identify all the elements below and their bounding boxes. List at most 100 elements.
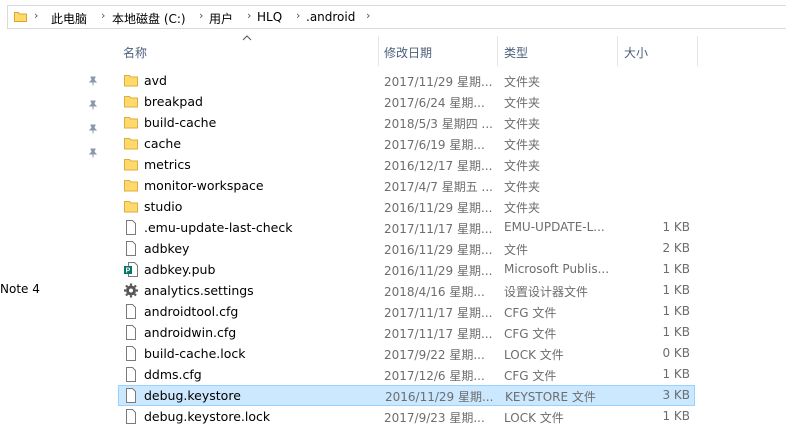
chevron-right-icon[interactable]: › — [199, 9, 203, 22]
folder-icon — [124, 199, 138, 214]
file-name: androidwin.cfg — [144, 325, 237, 340]
file-row[interactable]: Padbkey.pub 2016/11/29 星期... Microsoft Pub… — [118, 259, 695, 280]
file-date: 2016/11/29 星期... — [385, 390, 494, 404]
column-header-type[interactable]: 类型 — [504, 44, 528, 61]
column-divider[interactable] — [378, 36, 379, 66]
file-row[interactable]: adbkey 2016/11/29 星期... 文件 2 KB — [118, 238, 695, 259]
pin-icon[interactable] — [88, 148, 98, 158]
breadcrumb-this-pc[interactable]: 此电脑 — [51, 10, 87, 27]
folder-icon — [124, 178, 138, 193]
file-name: monitor-workspace — [144, 178, 264, 193]
file-row[interactable]: androidtool.cfg 2017/11/17 星期... CFG 文件 1 K… — [118, 301, 695, 322]
file-icon — [124, 241, 138, 256]
file-row[interactable]: build-cache 2018/5/3 星期四 ... 文件夹 — [118, 112, 695, 133]
file-type: CFG 文件 — [504, 327, 557, 341]
file-icon — [124, 220, 138, 235]
file-date: 2016/11/29 星期... — [384, 201, 493, 215]
column-divider[interactable] — [617, 36, 618, 66]
pin-icon[interactable] — [88, 124, 98, 134]
file-name: debug.keystore.lock — [144, 409, 271, 424]
column-divider[interactable] — [697, 36, 698, 66]
svg-text:P: P — [126, 268, 131, 275]
file-row[interactable]: ddms.cfg 2017/12/6 星期... CFG 文件 1 KB — [118, 364, 695, 385]
file-type: KEYSTORE 文件 — [505, 390, 596, 404]
file-date: 2016/11/29 星期... — [384, 243, 493, 257]
file-row[interactable]: metrics 2016/12/17 星期... 文件夹 — [118, 154, 695, 175]
address-bar[interactable]: › 此电脑 › 本地磁盘 (C:) › 用户 › HLQ › .android … — [7, 5, 786, 29]
file-date: 2017/11/17 星期... — [384, 327, 493, 341]
file-type: 文件夹 — [504, 201, 541, 215]
file-row-selected[interactable]: debug.keystore 2016/11/29 星期... KEYSTORE 文… — [118, 385, 695, 406]
pin-icon[interactable] — [88, 100, 98, 110]
file-row[interactable]: studio 2016/11/29 星期... 文件夹 — [118, 196, 695, 217]
file-row[interactable]: .emu-update-last-check 2017/11/17 星期... EM… — [118, 217, 695, 238]
file-name: build-cache.lock — [144, 346, 246, 361]
file-size: 1 KB — [662, 409, 690, 423]
file-date: 2017/11/29 星期... — [384, 75, 493, 89]
file-size: 2 KB — [662, 241, 690, 255]
file-date: 2017/12/6 星期... — [384, 369, 485, 383]
file-name: studio — [144, 199, 183, 214]
file-row[interactable]: analytics.settings 2018/4/16 星期... 设置设计器文件… — [118, 280, 695, 301]
file-type: CFG 文件 — [504, 369, 557, 383]
file-type: CFG 文件 — [504, 306, 557, 320]
file-row[interactable]: androidwin.cfg 2017/11/17 星期... CFG 文件 1 KB — [118, 322, 695, 343]
file-row[interactable]: build-cache.lock 2017/9/22 星期... LOCK 文件 0 … — [118, 343, 695, 364]
file-type: 文件夹 — [504, 180, 541, 194]
file-date: 2017/11/17 星期... — [384, 222, 493, 236]
chevron-right-icon[interactable]: › — [101, 9, 105, 22]
breadcrumb-hlq[interactable]: HLQ — [257, 10, 282, 24]
file-size: 1 KB — [662, 283, 690, 297]
file-type: LOCK 文件 — [504, 411, 564, 425]
folder-icon — [124, 73, 138, 88]
file-date: 2017/9/23 星期... — [384, 411, 485, 425]
file-icon — [124, 304, 138, 319]
file-type: Microsoft Publis... — [504, 262, 608, 276]
file-icon — [124, 346, 138, 361]
folder-icon — [14, 12, 27, 22]
file-type: 文件 — [504, 243, 529, 257]
nav-item-partial[interactable]: Note 4 — [0, 282, 40, 296]
column-divider[interactable] — [497, 36, 498, 66]
chevron-right-icon[interactable]: › — [34, 9, 38, 22]
chevron-right-icon[interactable]: › — [366, 9, 370, 22]
file-row[interactable]: cache 2017/6/19 星期... 文件夹 — [118, 133, 695, 154]
file-date: 2018/4/16 星期... — [384, 285, 485, 299]
file-row[interactable]: breakpad 2017/6/24 星期... 文件夹 — [118, 91, 695, 112]
folder-icon — [124, 136, 138, 151]
file-type: 文件夹 — [504, 96, 541, 110]
pin-icon[interactable] — [88, 76, 98, 86]
file-row[interactable]: monitor-workspace 2017/4/7 星期五 ... 文件夹 — [118, 175, 695, 196]
file-type: 文件夹 — [504, 75, 541, 89]
file-row[interactable]: debug.keystore.lock 2017/9/23 星期... LOCK 文… — [118, 406, 695, 427]
file-icon — [124, 388, 138, 403]
file-size: 1 KB — [662, 367, 690, 381]
file-name: analytics.settings — [144, 283, 254, 298]
file-date: 2017/11/17 星期... — [384, 306, 493, 320]
breadcrumb-users[interactable]: 用户 — [209, 10, 233, 27]
file-size: 3 KB — [662, 388, 690, 402]
file-name: avd — [144, 73, 167, 88]
file-name: cache — [144, 136, 182, 151]
file-name: breakpad — [144, 94, 203, 109]
file-type: EMU-UPDATE-L... — [504, 220, 605, 234]
publisher-icon: P — [124, 262, 138, 277]
file-name: adbkey — [144, 241, 190, 256]
breadcrumb-android[interactable]: .android — [306, 10, 355, 24]
file-row[interactable]: avd 2017/11/29 星期... 文件夹 — [118, 70, 695, 91]
column-header-name[interactable]: 名称 — [123, 44, 147, 61]
folder-icon — [124, 157, 138, 172]
column-header-size[interactable]: 大小 — [624, 44, 648, 61]
file-type: 文件夹 — [504, 159, 541, 173]
file-date: 2016/12/17 星期... — [384, 159, 493, 173]
file-icon — [124, 325, 138, 340]
file-icon — [124, 409, 138, 424]
breadcrumb-local-disk[interactable]: 本地磁盘 (C:) — [112, 10, 186, 27]
file-name: ddms.cfg — [144, 367, 202, 382]
chevron-right-icon[interactable]: › — [296, 9, 300, 22]
folder-icon — [124, 94, 138, 109]
file-icon — [124, 367, 138, 382]
file-name: androidtool.cfg — [144, 304, 239, 319]
chevron-right-icon[interactable]: › — [247, 9, 251, 22]
column-header-date[interactable]: 修改日期 — [384, 44, 432, 61]
